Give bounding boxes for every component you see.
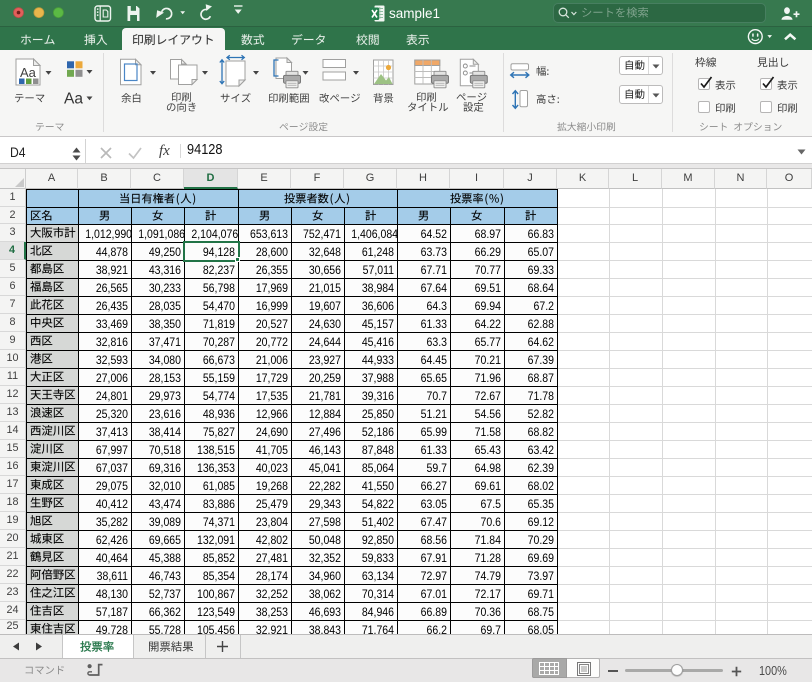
svg-text:Aa: Aa <box>20 65 37 80</box>
svg-text:Aa: Aa <box>64 91 83 108</box>
